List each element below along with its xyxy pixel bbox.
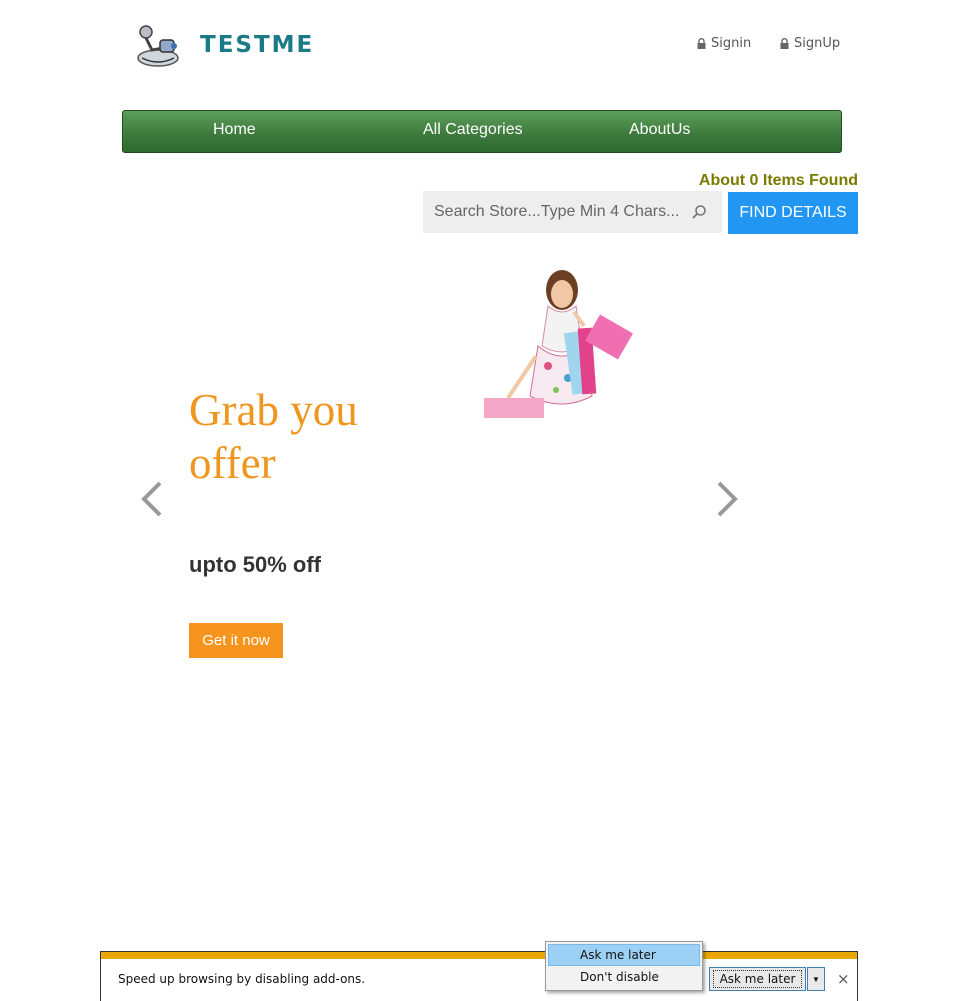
main-navbar: Home All Categories AboutUs bbox=[122, 110, 842, 153]
site-logo[interactable]: TESTME bbox=[134, 22, 334, 68]
search-icon[interactable] bbox=[691, 204, 707, 220]
signin-label: Signin bbox=[711, 36, 752, 51]
shopping-woman-image bbox=[484, 270, 633, 418]
ask-me-later-label: Ask me later bbox=[712, 970, 803, 988]
nav-item-home[interactable]: Home bbox=[213, 121, 256, 139]
find-details-button[interactable]: FIND DETAILS bbox=[728, 192, 858, 234]
addons-notification-bar: Speed up browsing by disabling add-ons. … bbox=[100, 951, 858, 1001]
nav-item-all-categories[interactable]: All Categories bbox=[423, 121, 523, 139]
carousel-subline: upto 50% off bbox=[189, 552, 321, 577]
lock-icon bbox=[697, 38, 706, 49]
items-found-count: About 0 Items Found bbox=[698, 172, 858, 189]
get-it-now-button[interactable]: Get it now bbox=[189, 623, 283, 658]
ask-me-later-button[interactable]: Ask me later bbox=[709, 967, 806, 991]
robot-logo-icon bbox=[137, 25, 179, 67]
nav-item-aboutus[interactable]: AboutUs bbox=[629, 121, 690, 139]
lock-icon bbox=[780, 38, 789, 49]
dropdown-arrow-icon[interactable]: ▼ bbox=[807, 967, 825, 991]
chevron-left-icon[interactable] bbox=[138, 480, 164, 518]
signup-label: SignUp bbox=[794, 36, 841, 51]
chevron-right-icon[interactable] bbox=[715, 480, 741, 518]
close-icon[interactable]: × bbox=[837, 970, 850, 988]
search-box bbox=[423, 191, 722, 233]
signup-link[interactable]: SignUp bbox=[780, 36, 840, 51]
notification-accent-stripe bbox=[101, 952, 857, 959]
search-input[interactable] bbox=[423, 191, 685, 233]
menu-item-ask-me-later[interactable]: Ask me later bbox=[548, 944, 700, 966]
logo-text: TESTME bbox=[200, 32, 315, 58]
signin-link[interactable]: Signin bbox=[697, 36, 751, 51]
notification-dropdown-menu: Ask me later Don't disable bbox=[545, 941, 703, 991]
notification-message: Speed up browsing by disabling add-ons. bbox=[118, 972, 366, 986]
carousel-headline: Grab you offer bbox=[189, 385, 358, 488]
menu-item-dont-disable[interactable]: Don't disable bbox=[548, 966, 700, 988]
